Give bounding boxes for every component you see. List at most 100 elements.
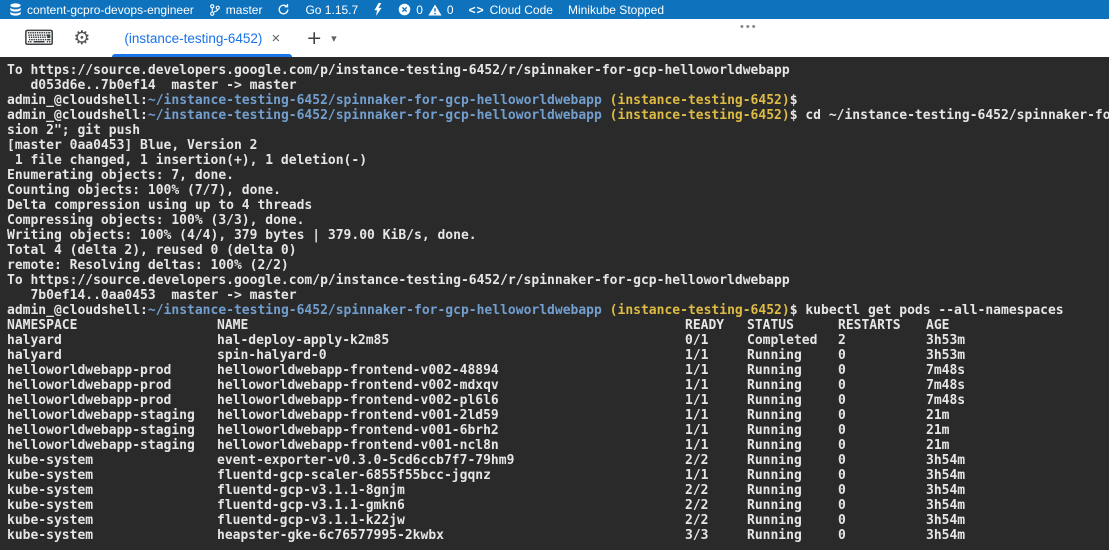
pod-cell: 3h54m <box>926 513 965 528</box>
pod-cell: helloworldwebapp-staging <box>7 438 195 453</box>
pod-cell: Running <box>747 483 802 498</box>
pod-cell: 0 <box>838 468 846 483</box>
pod-row: kube-systemfluentd-gcp-scaler-6855f55bcc… <box>7 468 1109 483</box>
keyboard-icon[interactable]: ⌨ <box>24 26 54 50</box>
pod-row: helloworldwebapp-prod helloworldwebapp-fr… <box>7 363 1109 378</box>
pod-cell: fluentd-gcp-v3.1.1-8gnjm <box>217 483 405 498</box>
terminal-line: Enumerating objects: 7, done. <box>7 168 1109 183</box>
terminal-line: 7b0ef14..0aa0453 master -> master <box>7 288 1109 303</box>
pod-cell: STATUS <box>747 318 794 333</box>
pod-cell: 2/2 <box>685 513 708 528</box>
pod-cell: helloworldwebapp-prod <box>7 393 171 408</box>
pod-cell: RESTARTS <box>838 318 901 333</box>
pod-cell: 0 <box>838 363 846 378</box>
pod-cell: Running <box>747 363 802 378</box>
pod-cell: 3/3 <box>685 528 708 543</box>
pod-cell: 3h54m <box>926 528 965 543</box>
pod-cell: helloworldwebapp-frontend-v002-mdxqv <box>217 378 499 393</box>
pod-cell: 1/1 <box>685 363 708 378</box>
pod-cell: Running <box>747 423 802 438</box>
pod-cell: halyard <box>7 348 62 363</box>
pod-cell: 3h54m <box>926 468 965 483</box>
pod-cell: 3h54m <box>926 453 965 468</box>
cloud-shell-window: content-gcpro-devops-engineer master Go … <box>0 0 1109 550</box>
pod-cell: helloworldwebapp-frontend-v002-48894 <box>217 363 499 378</box>
pods-table-header: NAMESPACENAMEREADYSTATUSRESTARTSAGE <box>7 318 1109 333</box>
cloud-code-button[interactable]: <> Cloud Code <box>469 3 553 17</box>
add-terminal-tab-button[interactable]: + <box>306 27 322 49</box>
pod-cell: Completed <box>747 333 817 348</box>
go-version-indicator[interactable]: Go 1.15.7 <box>305 3 358 17</box>
sync-icon <box>277 3 290 16</box>
pod-cell: 1/1 <box>685 393 708 408</box>
pod-cell: Running <box>747 348 802 363</box>
database-icon <box>9 3 22 16</box>
terminal-line: Counting objects: 100% (7/7), done. <box>7 183 1109 198</box>
pod-cell: 1/1 <box>685 438 708 453</box>
project-name: content-gcpro-devops-engineer <box>27 3 194 17</box>
pod-cell: Running <box>747 408 802 423</box>
pod-cell: spin-halyard-0 <box>217 348 327 363</box>
pod-row: kube-systemfluentd-gcp-v3.1.1-8gnjm2/2Ru… <box>7 483 1109 498</box>
pod-cell: 1/1 <box>685 468 708 483</box>
pod-cell: 0/1 <box>685 333 708 348</box>
pod-cell: Running <box>747 498 802 513</box>
terminal-tab-label: (instance-testing-6452) <box>124 31 262 46</box>
pod-cell: 1/1 <box>685 423 708 438</box>
pod-cell: 3h54m <box>926 483 965 498</box>
branch-name: master <box>226 3 263 17</box>
terminal-line: [master 0aa0453] Blue, Version 2 <box>7 138 1109 153</box>
pod-cell: 3h53m <box>926 333 965 348</box>
git-branch-icon <box>209 3 221 17</box>
minikube-status[interactable]: Minikube Stopped <box>568 3 664 17</box>
terminal-line: Total 4 (delta 2), reused 0 (delta 0) <box>7 243 1109 258</box>
pod-cell: 0 <box>838 393 846 408</box>
pod-cell: helloworldwebapp-prod <box>7 363 171 378</box>
pod-cell: 1/1 <box>685 348 708 363</box>
pod-cell: 0 <box>838 423 846 438</box>
error-icon <box>398 3 411 16</box>
terminal-tab-bar: ⌨ ⚙ (instance-testing-6452) × + ▾ ••• <box>0 19 1109 57</box>
go-version-label: Go 1.15.7 <box>305 3 358 17</box>
minikube-status-label: Minikube Stopped <box>568 3 664 17</box>
lightning-icon <box>373 3 383 16</box>
pod-cell: kube-system <box>7 483 93 498</box>
status-bar: content-gcpro-devops-engineer master Go … <box>0 0 1109 19</box>
pod-cell: AGE <box>926 318 949 333</box>
pod-cell: 7m48s <box>926 378 965 393</box>
project-selector[interactable]: content-gcpro-devops-engineer <box>9 3 194 17</box>
code-brackets-icon: <> <box>469 3 485 17</box>
terminal-prompt-line: admin_@cloudshell:~/instance-testing-645… <box>7 303 1109 318</box>
pod-cell: 0 <box>838 348 846 363</box>
chevron-down-icon[interactable]: ▾ <box>331 32 337 45</box>
terminal-output[interactable]: To https://source.developers.google.com/… <box>0 57 1109 550</box>
close-tab-icon[interactable]: × <box>271 31 280 46</box>
pod-row: helloworldwebapp-staginghelloworldwebapp… <box>7 438 1109 453</box>
pod-cell: 0 <box>838 483 846 498</box>
pod-cell: hal-deploy-apply-k2m85 <box>217 333 389 348</box>
pod-cell: 3h53m <box>926 348 965 363</box>
problems-indicator[interactable]: 0 0 <box>398 3 453 17</box>
pod-cell: heapster-gke-6c76577995-2kwbx <box>217 528 444 543</box>
run-on-save-button[interactable] <box>373 3 383 16</box>
terminal-line: d053d6e..7b0ef14 master -> master <box>7 78 1109 93</box>
pod-cell: 21m <box>926 423 949 438</box>
pod-cell: kube-system <box>7 513 93 528</box>
pod-cell: Running <box>747 528 802 543</box>
pod-cell: helloworldwebapp-prod <box>7 378 171 393</box>
pod-cell: 0 <box>838 378 846 393</box>
terminal-line: 1 file changed, 1 insertion(+), 1 deleti… <box>7 153 1109 168</box>
git-branch-indicator[interactable]: master <box>209 3 263 17</box>
pod-cell: kube-system <box>7 453 93 468</box>
warning-icon <box>428 4 442 16</box>
pod-cell: Running <box>747 438 802 453</box>
terminal-line: Writing objects: 100% (4/4), 379 bytes |… <box>7 228 1109 243</box>
sync-button[interactable] <box>277 3 290 16</box>
terminal-settings-gear-icon[interactable]: ⚙ <box>73 27 90 49</box>
pod-cell: Running <box>747 468 802 483</box>
more-options-icon[interactable]: ••• <box>740 21 758 33</box>
pod-cell: halyard <box>7 333 62 348</box>
terminal-tab-instance-testing-6452[interactable]: (instance-testing-6452) × <box>112 19 292 57</box>
pod-cell: NAMESPACE <box>7 318 77 333</box>
pod-cell: helloworldwebapp-staging <box>7 408 195 423</box>
